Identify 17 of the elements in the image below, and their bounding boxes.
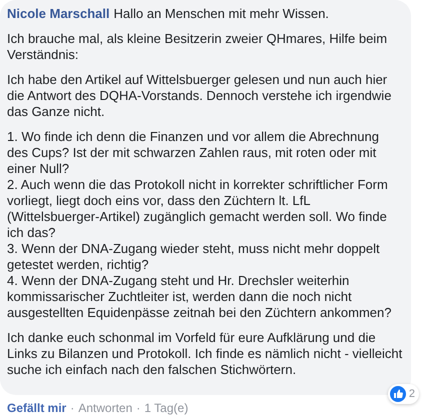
reaction-badge[interactable]: 2: [388, 384, 419, 404]
author-link[interactable]: Nicole Marschall: [7, 6, 110, 21]
timestamp-link[interactable]: 1 Tag(e): [144, 401, 188, 415]
comment-text: Ich habe den Artikel auf Wittelsbuerger gelesen und nun auch hier die Antwort des DQHA-Vorstands. Dennoch verstehe ich irgendwie das Ganze nicht.: [7, 72, 392, 120]
separator-dot: ·: [136, 401, 140, 415]
comment-text: 2. Auch wenn die das Protokoll nicht in korrekter schriftlicher Form vorliegt, liegt doch eins vor, dass den Züchtern lt. LfL (Wittelsbuerger-Artikel) zugänglich gemacht werden soll. Wo finde ich das?: [7, 177, 389, 241]
comment-text: Ich brauche mal, als kleine Besitzerin zweier QHmares, Hilfe beim Verständnis:: [7, 31, 388, 63]
comment-text: 4. Wenn der DNA-Zugang steht und Hr. Drechsler weiterhin kommissarischer Zuchtleiter ist, werden dann die noch nicht ausgestellten Equidenpässe zeitnah bei den Züchtern ankommen?: [7, 273, 392, 321]
reaction-count: 2: [408, 387, 415, 402]
comment-text: 1. Wo finde ich denn die Finanzen und vor allem die Abrechnung des Cups? Ist der mit schwarzen Zahlen raus, mit roten oder mit einer Null?: [7, 129, 380, 177]
thumbs-up-icon: [390, 386, 406, 402]
comment-text: Ich danke euch schonmal im Vorfeld für eure Aufklärung und die Links zu Bilanzen und Protokoll. Ich finde es nämlich nicht - vielleicht suche ich einfach nach den falschen Stichwörtern.: [7, 330, 403, 378]
reply-link[interactable]: Antworten: [78, 401, 132, 415]
like-link[interactable]: Gefällt mir: [7, 401, 66, 415]
comment-text: 3. Wenn der DNA-Zugang wieder steht, muss nicht mehr doppelt getestet werden, richtig?: [7, 241, 381, 273]
separator-dot: ·: [70, 401, 74, 415]
comment-text: Hallo an Menschen mit mehr Wissen.: [114, 6, 329, 21]
